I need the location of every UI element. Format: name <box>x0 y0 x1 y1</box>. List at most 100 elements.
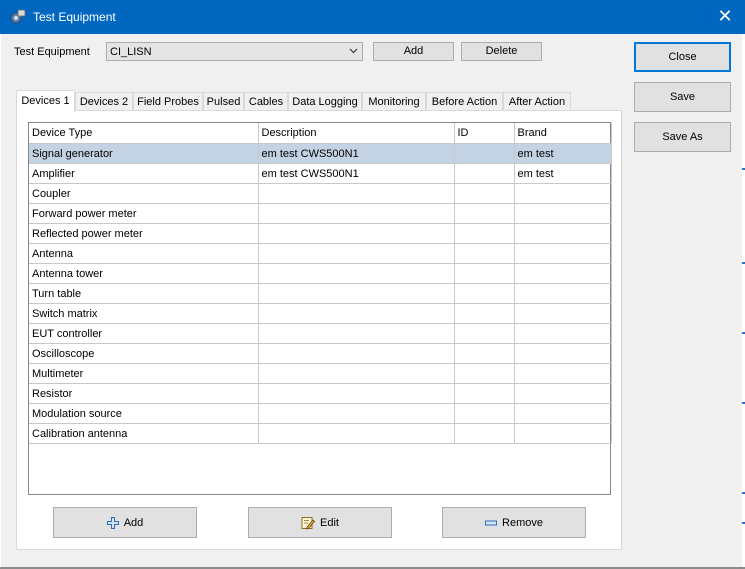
remove-device-button[interactable]: Remove <box>442 507 586 538</box>
table-row[interactable]: Amplifier em test CWS500N1 em test <box>29 163 612 184</box>
table-row[interactable]: Calibration antenna <box>29 423 612 444</box>
tab-pulsed[interactable]: Pulsed <box>203 92 244 110</box>
tab-data-logging[interactable]: Data Logging <box>288 92 362 110</box>
id-cell[interactable] <box>453 303 515 324</box>
brand-cell[interactable] <box>513 223 612 244</box>
table-row[interactable]: Reflected power meter <box>29 223 612 244</box>
table-row[interactable]: Signal generator em test CWS500N1 em test <box>29 143 612 164</box>
device-type-cell[interactable]: Oscilloscope <box>29 343 259 364</box>
window-close-button[interactable]: ✕ <box>717 7 733 25</box>
description-cell[interactable] <box>257 223 455 244</box>
id-cell[interactable] <box>453 343 515 364</box>
description-cell[interactable] <box>257 363 455 384</box>
device-type-cell[interactable]: Signal generator <box>29 143 259 164</box>
column-header-description[interactable]: Description <box>257 123 455 144</box>
device-type-cell[interactable]: Antenna tower <box>29 263 259 284</box>
tab-monitoring[interactable]: Monitoring <box>362 92 426 110</box>
brand-cell[interactable] <box>513 243 612 264</box>
description-cell[interactable] <box>257 303 455 324</box>
description-cell[interactable] <box>257 263 455 284</box>
tab-devices-1[interactable]: Devices 1 <box>16 90 75 112</box>
table-row[interactable]: Antenna <box>29 243 612 264</box>
tab-field-probes[interactable]: Field Probes <box>133 92 203 110</box>
save-button[interactable]: Save <box>634 82 731 112</box>
id-cell[interactable] <box>453 323 515 344</box>
edit-device-button[interactable]: Edit <box>248 507 392 538</box>
device-type-cell[interactable]: Switch matrix <box>29 303 259 324</box>
description-cell[interactable] <box>257 423 455 444</box>
table-row[interactable]: Coupler <box>29 183 612 204</box>
description-cell[interactable] <box>257 183 455 204</box>
brand-cell[interactable] <box>513 403 612 424</box>
description-cell[interactable]: em test CWS500N1 <box>257 163 455 184</box>
brand-cell[interactable] <box>513 343 612 364</box>
tab-devices-2[interactable]: Devices 2 <box>75 92 133 110</box>
id-cell[interactable] <box>453 283 515 304</box>
delete-equipment-button[interactable]: Delete <box>461 42 542 61</box>
description-cell[interactable]: em test CWS500N1 <box>257 143 455 164</box>
column-header-brand[interactable]: Brand <box>513 123 612 144</box>
table-row[interactable]: Oscilloscope <box>29 343 612 364</box>
brand-cell[interactable] <box>513 203 612 224</box>
brand-cell[interactable] <box>513 423 612 444</box>
add-equipment-button[interactable]: Add <box>373 42 454 61</box>
id-cell[interactable] <box>453 163 515 184</box>
id-cell[interactable] <box>453 183 515 204</box>
add-device-button[interactable]: Add <box>53 507 197 538</box>
table-row[interactable]: Forward power meter <box>29 203 612 224</box>
table-row[interactable]: Antenna tower <box>29 263 612 284</box>
brand-cell[interactable]: em test <box>513 143 612 164</box>
brand-cell[interactable] <box>513 383 612 404</box>
device-type-cell[interactable]: Modulation source <box>29 403 259 424</box>
device-type-cell[interactable]: Forward power meter <box>29 203 259 224</box>
table-row[interactable]: Modulation source <box>29 403 612 424</box>
id-cell[interactable] <box>453 363 515 384</box>
device-type-cell[interactable]: Resistor <box>29 383 259 404</box>
description-cell[interactable] <box>257 323 455 344</box>
id-cell[interactable] <box>453 203 515 224</box>
id-cell[interactable] <box>453 383 515 404</box>
device-type-cell[interactable]: Turn table <box>29 283 259 304</box>
brand-cell[interactable] <box>513 263 612 284</box>
device-type-cell[interactable]: EUT controller <box>29 323 259 344</box>
devices-grid[interactable]: Device Type Description ID Brand Signal … <box>28 122 612 495</box>
tab-after-action[interactable]: After Action <box>503 92 571 110</box>
tab-cables[interactable]: Cables <box>244 92 288 110</box>
device-type-cell[interactable]: Antenna <box>29 243 259 264</box>
table-row[interactable]: Turn table <box>29 283 612 304</box>
brand-cell[interactable]: em test <box>513 163 612 184</box>
description-cell[interactable] <box>257 343 455 364</box>
device-type-cell[interactable]: Reflected power meter <box>29 223 259 244</box>
device-type-cell[interactable]: Multimeter <box>29 363 259 384</box>
id-cell[interactable] <box>453 143 515 164</box>
id-cell[interactable] <box>453 403 515 424</box>
table-row[interactable]: EUT controller <box>29 323 612 344</box>
device-type-cell[interactable]: Amplifier <box>29 163 259 184</box>
device-type-cell[interactable]: Calibration antenna <box>29 423 259 444</box>
table-row[interactable]: Switch matrix <box>29 303 612 324</box>
id-cell[interactable] <box>453 263 515 284</box>
table-row[interactable]: Resistor <box>29 383 612 404</box>
column-header-id[interactable]: ID <box>453 123 515 144</box>
id-cell[interactable] <box>453 243 515 264</box>
close-button[interactable]: Close <box>634 42 731 72</box>
brand-cell[interactable] <box>513 303 612 324</box>
table-row[interactable]: Multimeter <box>29 363 612 384</box>
brand-cell[interactable] <box>513 363 612 384</box>
save-as-button[interactable]: Save As <box>634 122 731 152</box>
description-cell[interactable] <box>257 243 455 264</box>
tab-before-action[interactable]: Before Action <box>426 92 503 110</box>
brand-cell[interactable] <box>513 183 612 204</box>
test-equipment-combo[interactable]: CI_LISN <box>106 42 363 61</box>
column-header-device-type[interactable]: Device Type <box>29 123 259 144</box>
description-cell[interactable] <box>257 203 455 224</box>
device-type-cell[interactable]: Coupler <box>29 183 259 204</box>
save-button-label: Save <box>669 91 696 103</box>
brand-cell[interactable] <box>513 323 612 344</box>
id-cell[interactable] <box>453 223 515 244</box>
description-cell[interactable] <box>257 383 455 404</box>
brand-cell[interactable] <box>513 283 612 304</box>
description-cell[interactable] <box>257 283 455 304</box>
id-cell[interactable] <box>453 423 515 444</box>
description-cell[interactable] <box>257 403 455 424</box>
